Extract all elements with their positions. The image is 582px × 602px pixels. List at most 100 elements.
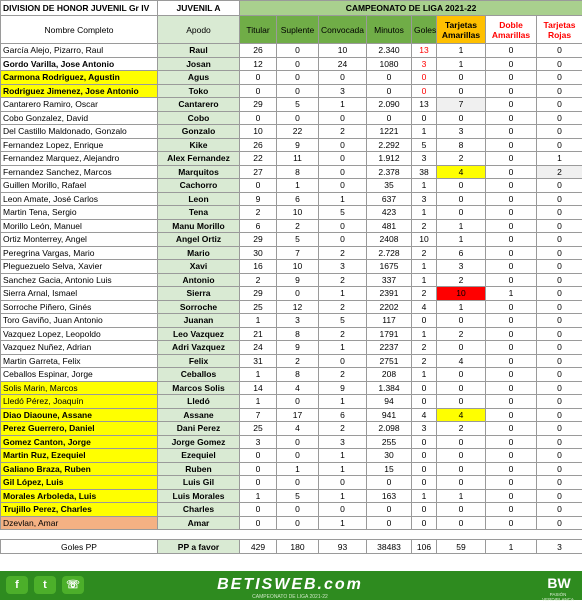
cell-name: Cantarero Ramiro, Oscar xyxy=(1,98,158,112)
cell-convocada: 1 xyxy=(319,516,367,530)
cell-name: Diao Diaoune, Assane xyxy=(1,408,158,422)
cell-name: Solis Marin, Marcos xyxy=(1,381,158,395)
cell-goles: 4 xyxy=(412,300,437,314)
cell-goles: 5 xyxy=(412,138,437,152)
cell-suplente: 11 xyxy=(277,152,319,166)
cell-minutos: 117 xyxy=(367,314,412,328)
cell-convocada: 2 xyxy=(319,422,367,436)
cell-minutos: 2.090 xyxy=(367,98,412,112)
cell-apodo: Antonio xyxy=(158,273,240,287)
cell-titular: 16 xyxy=(240,260,277,274)
cell-convocada: 1 xyxy=(319,98,367,112)
cell-suplente: 1 xyxy=(277,179,319,193)
cell-rojas: 0 xyxy=(537,57,582,71)
cell-doble: 0 xyxy=(486,435,537,449)
cell-suplente: 17 xyxy=(277,408,319,422)
cell-amarillas: 0 xyxy=(437,395,486,409)
cell-goles: 0 xyxy=(412,435,437,449)
team-title: JUVENIL A xyxy=(158,1,240,16)
cell-titular: 29 xyxy=(240,287,277,301)
cell-doble: 0 xyxy=(486,368,537,382)
cell-apodo: Xavi xyxy=(158,260,240,274)
cell-convocada: 2 xyxy=(319,300,367,314)
cell-rojas: 2 xyxy=(537,165,582,179)
cell-convocada: 0 xyxy=(319,219,367,233)
cell-suplente: 0 xyxy=(277,287,319,301)
cell-rojas: 0 xyxy=(537,327,582,341)
cell-doble: 0 xyxy=(486,395,537,409)
cell-rojas: 0 xyxy=(537,395,582,409)
footer-bar: f t ☏ BETISWEB.com CAMPEONATO DE LIGA 20… xyxy=(0,571,582,600)
cell-apodo: Alex Fernandez xyxy=(158,152,240,166)
cell-doble: 0 xyxy=(486,84,537,98)
cell-name: Toro Gaviño, Juan Antonio xyxy=(1,314,158,328)
cell-goles: 13 xyxy=(412,44,437,58)
cell-apodo: Gonzalo xyxy=(158,125,240,139)
cell-amarillas: 2 xyxy=(437,327,486,341)
cell-amarillas: 0 xyxy=(437,84,486,98)
table-row: Fernandez Marquez, AlejandroAlex Fernand… xyxy=(1,152,582,166)
cell-convocada: 2 xyxy=(319,368,367,382)
cell-titular: 0 xyxy=(240,476,277,490)
cell-amarillas: 3 xyxy=(437,125,486,139)
cell-amarillas: 1 xyxy=(437,219,486,233)
cell-doble: 0 xyxy=(486,408,537,422)
cell-goles: 2 xyxy=(412,246,437,260)
cell-name: Lledó Pérez, Joaquín xyxy=(1,395,158,409)
cell-goles: 1 xyxy=(412,206,437,220)
table-row: Leon Amate, José CarlosLeon9616373000 xyxy=(1,192,582,206)
cell-rojas: 0 xyxy=(537,435,582,449)
cell-amarillas: 0 xyxy=(437,476,486,490)
cell-amarillas: 0 xyxy=(437,449,486,463)
cell-rojas: 0 xyxy=(537,422,582,436)
cell-rojas: 0 xyxy=(537,179,582,193)
cell-name: Galiano Braza, Ruben xyxy=(1,462,158,476)
cell-doble: 0 xyxy=(486,476,537,490)
cell-goles: 3 xyxy=(412,152,437,166)
facebook-icon[interactable]: f xyxy=(6,576,28,594)
table-row: Cantarero Ramiro, OscarCantarero29512.09… xyxy=(1,98,582,112)
cell-doble: 0 xyxy=(486,422,537,436)
cell-goles: 0 xyxy=(412,71,437,85)
cell-name: Martin Ruz, Ezequiel xyxy=(1,449,158,463)
cell-titular: 25 xyxy=(240,300,277,314)
cell-goles: 0 xyxy=(412,84,437,98)
cell-apodo: Sierra xyxy=(158,287,240,301)
cell-suplente: 0 xyxy=(277,57,319,71)
cell-name: Vazquez Lopez, Leopoldo xyxy=(1,327,158,341)
totals-minutos: 38483 xyxy=(367,540,412,554)
table-row: Sorroche Piñero, GinésSorroche2512222024… xyxy=(1,300,582,314)
totals-amarillas: 59 xyxy=(437,540,486,554)
cell-rojas: 0 xyxy=(537,300,582,314)
whatsapp-icon[interactable]: ☏ xyxy=(62,576,84,594)
twitter-icon[interactable]: t xyxy=(34,576,56,594)
cell-apodo: Mario xyxy=(158,246,240,260)
cell-convocada: 5 xyxy=(319,314,367,328)
cell-doble: 0 xyxy=(486,260,537,274)
table-row: Ortiz Monterrey, AngelAngel Ortiz2950240… xyxy=(1,233,582,247)
table-row: Perez Guerrero, DanielDani Perez25422.09… xyxy=(1,422,582,436)
col-amarillas: Tarjetas Amarillas xyxy=(437,16,486,44)
cell-rojas: 0 xyxy=(537,44,582,58)
cell-apodo: Kike xyxy=(158,138,240,152)
cell-name: Leon Amate, José Carlos xyxy=(1,192,158,206)
brand-logo[interactable]: BETISWEB.com xyxy=(200,575,380,595)
cell-apodo: Jorge Gomez xyxy=(158,435,240,449)
cell-titular: 0 xyxy=(240,179,277,193)
cell-minutos: 2391 xyxy=(367,287,412,301)
cell-amarillas: 2 xyxy=(437,152,486,166)
cell-doble: 0 xyxy=(486,192,537,206)
cell-rojas: 1 xyxy=(537,152,582,166)
table-row: Martin Ruz, EzequielEzequiel001300000 xyxy=(1,449,582,463)
cell-rojas: 0 xyxy=(537,233,582,247)
cell-titular: 0 xyxy=(240,516,277,530)
cell-doble: 0 xyxy=(486,206,537,220)
cell-convocada: 1 xyxy=(319,462,367,476)
cell-suplente: 10 xyxy=(277,206,319,220)
cell-suplente: 9 xyxy=(277,273,319,287)
cell-apodo: Luis Morales xyxy=(158,489,240,503)
footer-subtitle: CAMPEONATO DE LIGA 2021-22 xyxy=(180,594,400,600)
cell-minutos: 2237 xyxy=(367,341,412,355)
cell-suplente: 6 xyxy=(277,192,319,206)
table-row: Toro Gaviño, Juan AntonioJuanan135117000… xyxy=(1,314,582,328)
